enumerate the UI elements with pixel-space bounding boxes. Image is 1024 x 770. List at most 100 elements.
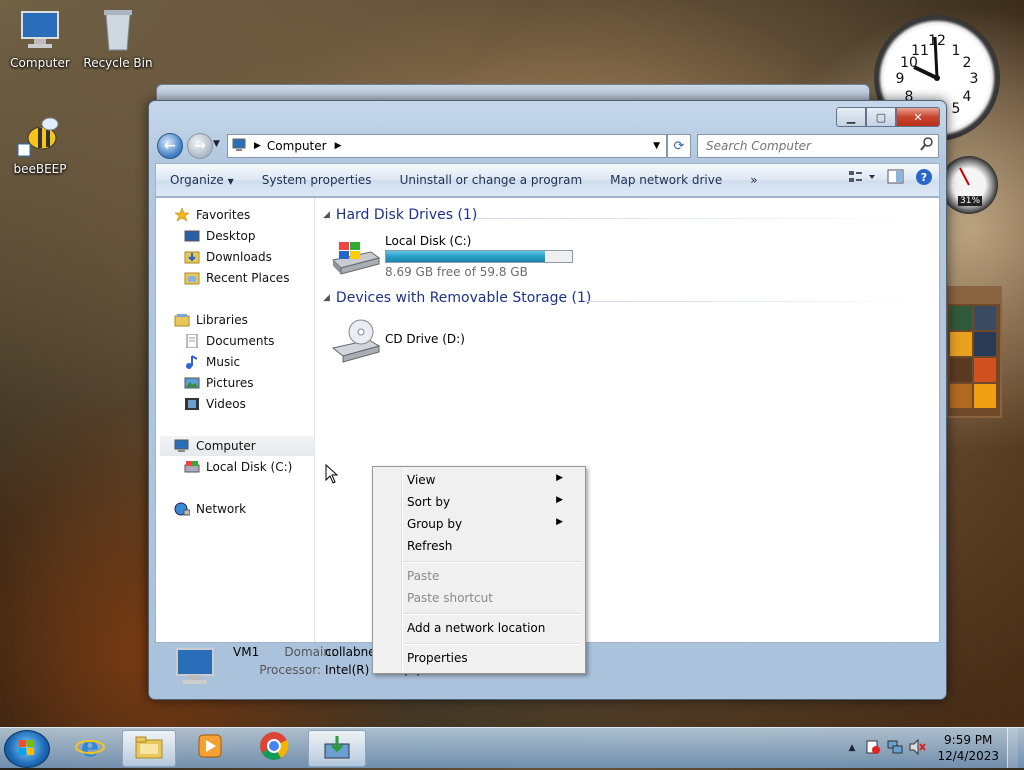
show-desktop-button[interactable] xyxy=(1007,728,1018,768)
more-commands-button[interactable]: » xyxy=(736,173,771,187)
taskbar-chrome[interactable] xyxy=(248,730,300,765)
desktop-icon-computer[interactable]: Computer xyxy=(0,8,80,70)
drive-c-free-space: 8.69 GB free of 59.8 GB xyxy=(385,265,528,279)
desktop-icon-recycle-bin[interactable]: Recycle Bin xyxy=(78,8,158,70)
forward-button[interactable]: → xyxy=(187,133,213,159)
computer-icon xyxy=(174,439,190,453)
menu-separator xyxy=(403,643,581,645)
collapse-arrow-icon[interactable]: ◢ xyxy=(323,210,330,220)
menu-item-sort-by[interactable]: Sort by ▶ xyxy=(407,495,573,509)
nav-pictures[interactable]: Pictures xyxy=(184,376,254,390)
system-tray: ▲ 9:59 PM 12/4/2023 xyxy=(849,728,1018,768)
menu-item-group-by[interactable]: Group by ▶ xyxy=(407,517,573,531)
details-processor-label: Processor: xyxy=(259,663,321,677)
taskbar-internet-explorer[interactable]: e xyxy=(64,730,116,765)
menu-item-refresh[interactable]: Refresh xyxy=(407,539,452,553)
desktop-icon-label: beeBEEP xyxy=(13,162,67,176)
nav-desktop[interactable]: Desktop xyxy=(184,229,256,243)
address-bar[interactable]: ▶ Computer ▶ ▼ xyxy=(227,134,667,158)
address-dropdown-icon[interactable]: ▼ xyxy=(653,141,660,151)
cpu-percent: 31% xyxy=(958,196,983,206)
search-box[interactable] xyxy=(697,134,939,158)
preview-pane-icon[interactable] xyxy=(887,169,905,188)
computer-icon xyxy=(173,647,219,690)
svg-text:12: 12 xyxy=(928,33,946,49)
drive-c-usage-bar xyxy=(385,250,573,263)
menu-item-properties[interactable]: Properties xyxy=(407,651,468,665)
back-button[interactable]: ← xyxy=(157,133,183,159)
nav-videos[interactable]: Videos xyxy=(184,397,246,411)
svg-text:3: 3 xyxy=(970,71,979,87)
nav-favorites[interactable]: Favorites xyxy=(174,207,250,222)
star-icon xyxy=(174,207,190,222)
network-icon xyxy=(174,502,191,516)
nav-music[interactable]: Music xyxy=(184,355,240,369)
collapse-arrow-icon[interactable]: ◢ xyxy=(323,293,330,303)
taskbar-windows-explorer[interactable] xyxy=(122,730,176,767)
search-input[interactable] xyxy=(704,135,918,157)
breadcrumb-computer[interactable]: Computer xyxy=(267,139,327,153)
drive-c[interactable]: Local Disk (C:) 8.69 GB free of 59.8 GB xyxy=(331,234,573,281)
group-header-removable[interactable]: ◢ Devices with Removable Storage (1) xyxy=(323,290,591,306)
breadcrumb-arrow-icon[interactable]: ▶ xyxy=(335,141,342,151)
menu-item-view[interactable]: View ▶ xyxy=(407,473,573,487)
help-icon[interactable]: ? xyxy=(915,168,933,189)
breadcrumb-arrow-icon[interactable]: ▶ xyxy=(254,141,261,151)
taskbar-clock[interactable]: 9:59 PM 12/4/2023 xyxy=(937,732,999,764)
volume-muted-icon[interactable] xyxy=(909,738,927,758)
libraries-icon xyxy=(174,313,190,327)
desktop-folder-icon xyxy=(184,229,200,243)
music-note-icon xyxy=(184,355,200,369)
drive-c-name: Local Disk (C:) xyxy=(385,234,472,248)
recent-places-icon xyxy=(184,271,200,285)
internet-explorer-icon: e xyxy=(75,730,105,764)
clock-date: 12/4/2023 xyxy=(937,749,999,763)
search-icon[interactable] xyxy=(920,137,934,154)
menu-separator xyxy=(403,561,581,563)
desktop-icon-label: Computer xyxy=(10,56,70,70)
nav-network[interactable]: Network xyxy=(174,502,246,516)
nav-documents[interactable]: Documents xyxy=(184,333,274,349)
group-header-hard-disk[interactable]: ◢ Hard Disk Drives (1) xyxy=(323,207,477,223)
nav-downloads[interactable]: Downloads xyxy=(184,250,272,264)
taskbar-media-player[interactable] xyxy=(184,730,236,765)
puzzle-gadget[interactable] xyxy=(946,286,1002,418)
action-center-icon[interactable] xyxy=(865,739,881,758)
cpu-meter-gadget[interactable]: 31% xyxy=(940,156,998,214)
show-hidden-icons-icon[interactable]: ▲ xyxy=(849,743,856,753)
start-button[interactable] xyxy=(4,730,50,768)
chrome-icon xyxy=(259,731,289,764)
menu-item-paste-shortcut[interactable]: Paste shortcut xyxy=(407,591,493,605)
close-button[interactable]: ✕ xyxy=(896,107,940,127)
submenu-arrow-icon: ▶ xyxy=(556,517,563,527)
computer-icon xyxy=(232,138,248,155)
network-status-icon[interactable] xyxy=(887,739,903,758)
taskbar-download-app[interactable] xyxy=(308,730,366,767)
drive-d[interactable]: CD Drive (D:) xyxy=(331,318,465,367)
hard-drive-icon xyxy=(331,234,381,281)
organize-button[interactable]: Organize ▼ xyxy=(156,173,248,187)
downloads-folder-icon xyxy=(184,250,200,264)
hard-drive-icon xyxy=(184,460,200,474)
change-view-icon[interactable] xyxy=(847,169,877,188)
recent-pages-dropdown[interactable]: ▼ xyxy=(213,139,220,149)
cd-drive-icon xyxy=(331,318,381,367)
desktop-icon-beebeep[interactable]: beeBEEP xyxy=(0,114,80,176)
nav-libraries[interactable]: Libraries xyxy=(174,313,248,327)
media-player-icon xyxy=(197,733,223,762)
system-properties-button[interactable]: System properties xyxy=(248,173,386,187)
nav-computer[interactable]: Computer xyxy=(174,439,256,453)
nav-recent-places[interactable]: Recent Places xyxy=(184,271,289,285)
folder-icon xyxy=(134,734,164,763)
refresh-icon[interactable]: ⟳ xyxy=(667,134,691,158)
nav-local-disk[interactable]: Local Disk (C:) xyxy=(184,460,292,474)
menu-item-add-network-location[interactable]: Add a network location xyxy=(407,621,545,635)
svg-text:1: 1 xyxy=(952,43,961,59)
menu-item-paste[interactable]: Paste xyxy=(407,569,439,583)
minimize-button[interactable]: ▁ xyxy=(836,107,866,127)
map-network-drive-button[interactable]: Map network drive xyxy=(596,173,736,187)
uninstall-program-button[interactable]: Uninstall or change a program xyxy=(386,173,597,187)
recycle-bin-icon xyxy=(94,8,142,52)
maximize-button[interactable]: ▢ xyxy=(866,107,896,127)
svg-text:?: ? xyxy=(921,171,927,184)
